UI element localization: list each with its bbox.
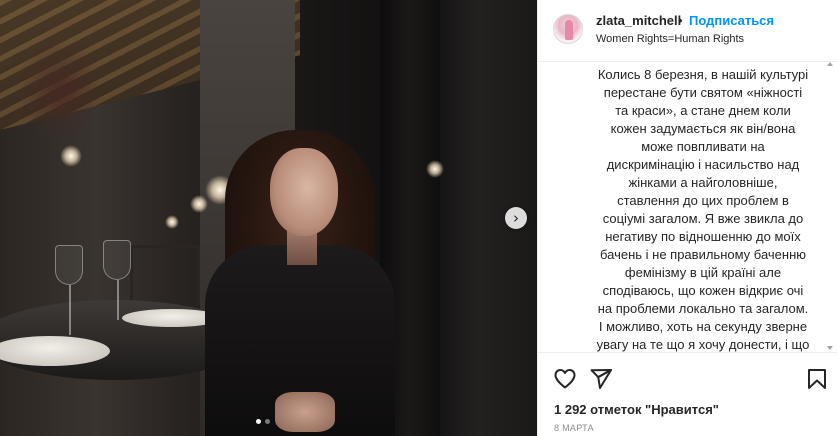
photo-person-face [270,148,338,236]
separator-dot: • [678,13,683,28]
caption-scrollbar[interactable] [824,62,836,352]
photo-glass-stem [117,280,119,320]
scrollbar-graphic [827,62,833,350]
photo-lamp [165,215,179,229]
carousel-next-button[interactable]: › [505,207,527,229]
username-link[interactable]: zlata_mitchell [596,13,681,28]
photo-glass-stem [69,285,71,335]
avatar-figure [565,20,573,40]
post-side-panel: zlata_mitchell • Подписаться Women Right… [537,0,837,436]
photo-lamp [60,145,82,167]
photo-lamp [426,160,444,178]
photo-chair [130,245,200,305]
photo-person-hands [275,392,335,432]
profile-subtitle: Women Rights=Human Rights [596,33,745,45]
photo-lamp [190,195,208,213]
post-header: zlata_mitchell • Подписаться Women Right… [538,0,837,62]
likes-count[interactable]: 1 292 отметок "Нравится" [554,402,719,417]
post-date[interactable]: 8 МАРТА [554,423,594,433]
bookmark-icon[interactable] [805,367,829,391]
paper-plane-icon[interactable] [589,367,613,391]
carousel-dot [265,419,270,424]
avatar[interactable] [553,14,583,44]
post-actions: 1 292 отметок "Нравится" 8 МАРТА [538,352,837,436]
post-caption: Колись 8 березня, в нашій культурі перес… [596,64,810,352]
follow-button[interactable]: Подписаться [689,13,774,28]
post-photo[interactable]: › [0,0,537,436]
heart-icon[interactable] [553,367,577,391]
carousel-dot-active [256,419,261,424]
carousel-dots [256,419,270,424]
photo-wine-glass [103,240,131,280]
photo-wine-glass [55,245,83,285]
caption-text: Колись 8 березня, в нашій культурі перес… [596,67,810,352]
